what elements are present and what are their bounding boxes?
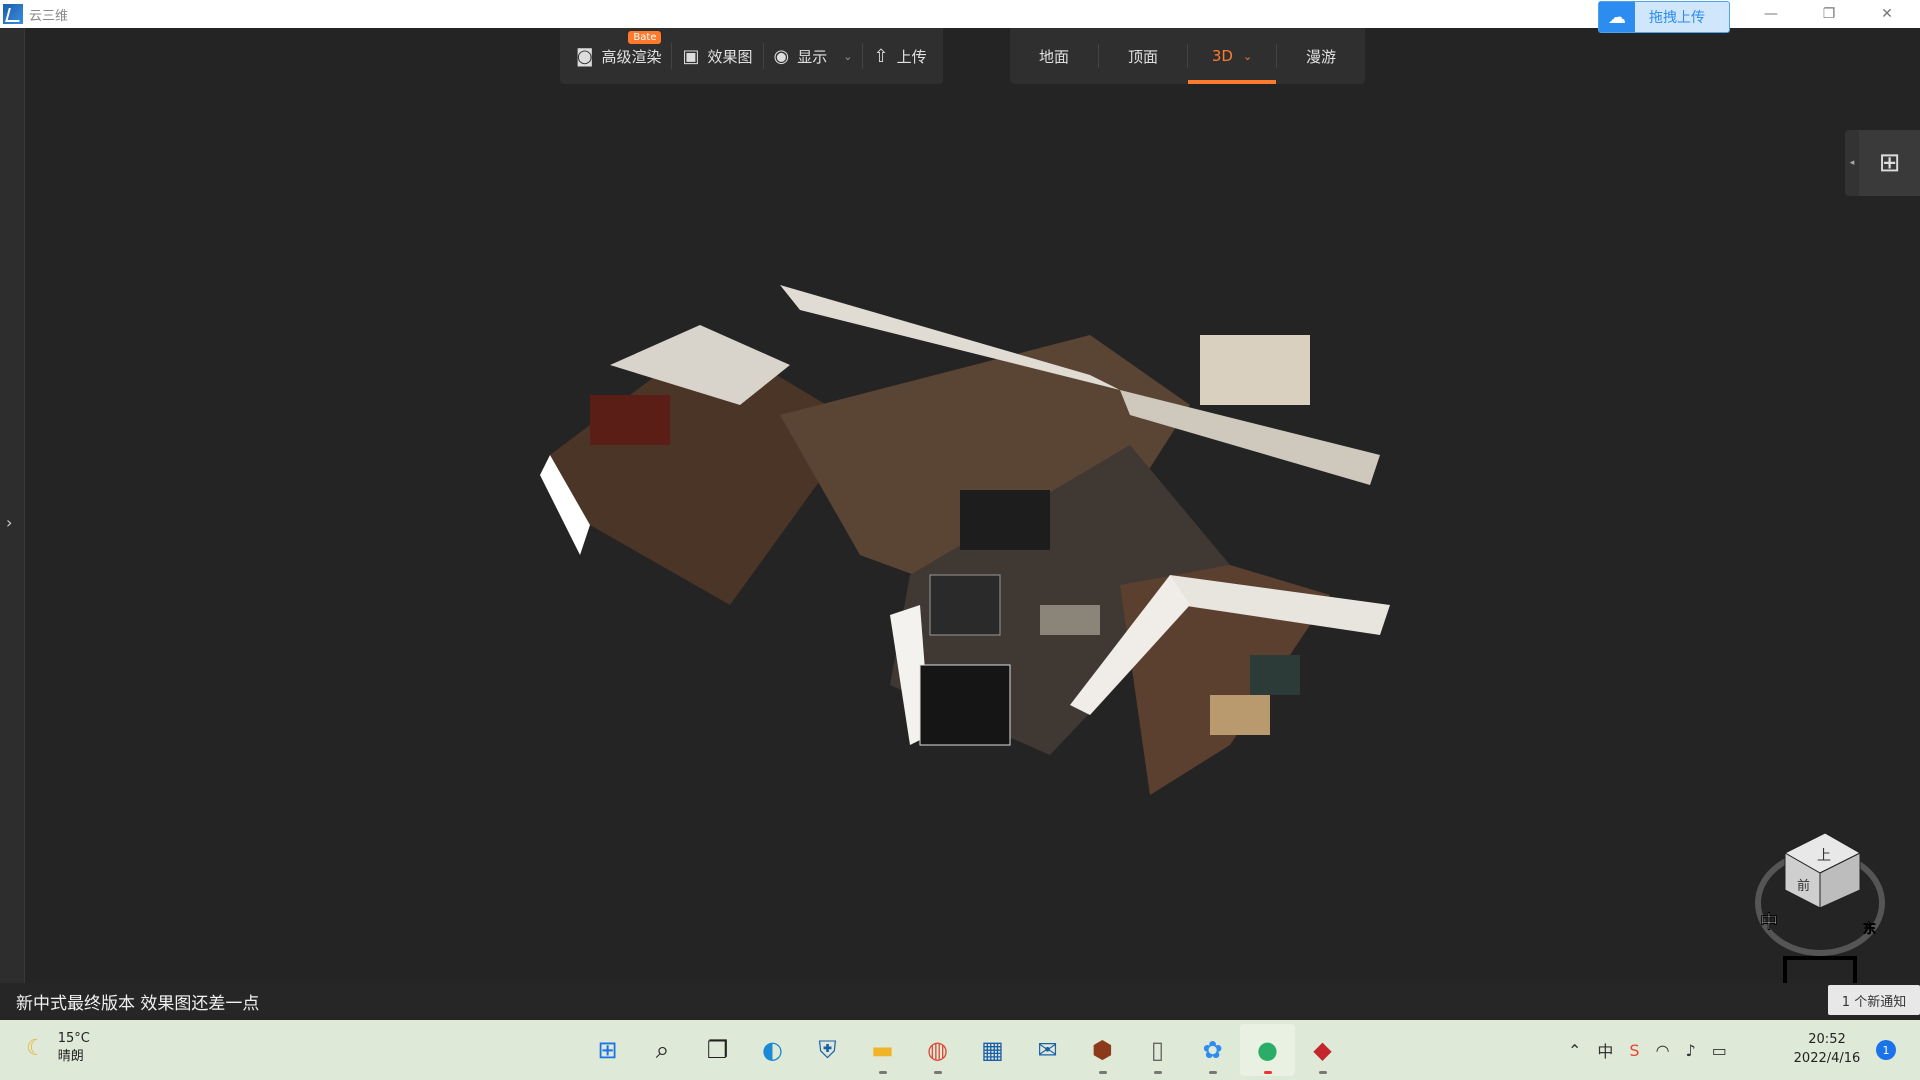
upload-icon: ⇧ (873, 45, 889, 67)
render-label: 高级渲染 (601, 47, 662, 66)
compass-east-label: 东 (1863, 922, 1876, 937)
display-dropdown[interactable]: ◉ 显示 ⌄ (764, 28, 863, 84)
kitchen-cabinets (590, 395, 670, 445)
chevron-down-icon: ⌄ (1242, 49, 1253, 63)
left-panel: › (0, 28, 25, 983)
3d-floorplan-view[interactable] (530, 275, 1390, 925)
store-icon[interactable]: ▦ (965, 1024, 1020, 1076)
running-indicator (934, 1071, 942, 1074)
restore-button[interactable]: ❐ (1806, 0, 1852, 28)
bed (1250, 655, 1300, 695)
running-indicator (1154, 1071, 1162, 1074)
window-title: 云三维 (29, 8, 69, 24)
shelf-unit (919, 664, 1011, 746)
tab-floor[interactable]: 地面 (1010, 28, 1098, 84)
wardrobe (1200, 335, 1310, 405)
clock-date: 2022/4/16 (1793, 1051, 1861, 1066)
cube-top-label: 上 (1817, 848, 1831, 864)
windows-start-icon[interactable]: ⊞ (580, 1024, 635, 1076)
weather-widget[interactable]: ☾ 15°C 晴朗 (26, 1030, 90, 1066)
file-explorer-icon[interactable]: ▬ (855, 1024, 910, 1076)
taskbar: ☾ 15°C 晴朗 ⊞ ⌕ ❐ ◐ ⛨ ▬ ◍ ▦ ✉ ⬢ ▯ ✿ ● ◆ ⌃ … (0, 1020, 1920, 1080)
effect-button[interactable]: ▣ 效果图 (672, 28, 762, 84)
pinned-apps: ⊞ ⌕ ❐ ◐ ⛨ ▬ ◍ ▦ ✉ ⬢ ▯ ✿ ● ◆ (580, 1020, 1350, 1080)
display-label: 显示 (797, 47, 828, 66)
moon-icon: ☾ (26, 1035, 46, 1061)
eye-icon: ◉ (773, 45, 790, 67)
chrome-icon[interactable]: ◍ (910, 1024, 965, 1076)
wechat-icon[interactable]: ● (1240, 1024, 1295, 1076)
minimize-button[interactable]: — (1748, 0, 1794, 28)
edge-icon[interactable]: ◐ (745, 1024, 800, 1076)
running-indicator (1319, 1071, 1327, 1074)
system-tray: ⌃ 中 S ◠ ♪ ▭ (1560, 1020, 1735, 1080)
yunsanwei-icon[interactable]: ✿ (1185, 1024, 1240, 1076)
tab-3d-label: 3D (1211, 47, 1233, 65)
drag-upload-label: 拖拽上传 (1649, 10, 1705, 26)
game-icon[interactable]: ⬢ (1075, 1024, 1130, 1076)
ime-indicator[interactable]: 中 (1597, 1038, 1613, 1062)
view-tabs: 地面 顶面 3D ⌄ 漫游 (1010, 28, 1365, 84)
sogou-icon[interactable]: S (1629, 1041, 1639, 1060)
weather-condition: 晴朗 (57, 1049, 84, 1064)
desk (1210, 695, 1270, 735)
task-view-icon[interactable]: ❐ (690, 1024, 745, 1076)
tv-wall (960, 490, 1050, 550)
search-icon[interactable]: ⌕ (635, 1024, 690, 1076)
close-button[interactable]: ✕ (1864, 0, 1910, 28)
effect-label: 效果图 (707, 47, 753, 66)
drag-upload-button[interactable]: ☁ 拖拽上传 (1598, 1, 1730, 33)
image-icon: ▣ (682, 45, 700, 67)
notification-count-badge[interactable]: 1 (1876, 1040, 1896, 1060)
main-toolbar: ◙ 高级渲染 Bate ▣ 效果图 ◉ 显示 ⌄ ⇧ 上传 (560, 28, 943, 84)
clock-time: 20:52 (1808, 1032, 1846, 1047)
tab-3d[interactable]: 3D ⌄ (1188, 28, 1276, 84)
right-dock[interactable]: ◂ ⊞ (1845, 130, 1920, 196)
mail-icon[interactable]: ✉ (1020, 1024, 1075, 1076)
media-app-icon[interactable]: ◆ (1295, 1024, 1350, 1076)
wifi-icon[interactable]: ◠ (1656, 1041, 1670, 1060)
tab-walkthrough[interactable]: 漫游 (1277, 28, 1365, 84)
expand-panel-icon[interactable]: › (6, 513, 12, 532)
security-icon[interactable]: ⛨ (800, 1024, 855, 1076)
upload-label: 上传 (896, 47, 927, 66)
app-logo-icon (3, 4, 23, 24)
cloud-icon: ☁ (1599, 2, 1635, 32)
render-button[interactable]: ◙ 高级渲染 Bate (566, 28, 671, 84)
beta-badge: Bate (628, 31, 662, 44)
cube-front-label: 前 (1797, 878, 1810, 894)
clock[interactable]: 20:52 2022/4/16 (1786, 1030, 1868, 1068)
running-indicator (879, 1071, 887, 1074)
volume-icon[interactable]: ♪ (1686, 1041, 1696, 1060)
notepad-icon[interactable]: ▯ (1130, 1024, 1185, 1076)
running-indicator (1099, 1071, 1107, 1074)
status-bar: 新中式最终版本 效果图还差一点 (0, 983, 1920, 1019)
chevron-down-icon: ⌄ (843, 49, 853, 63)
compass-center-label: 中 (1760, 912, 1778, 933)
running-indicator (1209, 1071, 1217, 1074)
notification-toast[interactable]: 1 个新通知 (1828, 985, 1920, 1015)
status-message: 新中式最终版本 效果图还差一点 (16, 993, 260, 1014)
sofa (1040, 605, 1100, 635)
floorplan-icon[interactable]: ⊞ (1859, 130, 1920, 196)
view-navigation-cube[interactable]: 上 前 中 东 (1745, 808, 1895, 1008)
partition-screen (929, 574, 1001, 636)
collapse-arrow-icon[interactable]: ◂ (1845, 158, 1859, 168)
tab-ceiling[interactable]: 顶面 (1099, 28, 1187, 84)
upload-button[interactable]: ⇧ 上传 (863, 28, 936, 84)
battery-icon[interactable]: ▭ (1712, 1041, 1727, 1060)
weather-temp: 15°C (57, 1031, 90, 1046)
chevron-up-icon[interactable]: ⌃ (1568, 1041, 1581, 1060)
camera-icon: ◙ (576, 45, 594, 67)
running-indicator (1264, 1071, 1272, 1074)
